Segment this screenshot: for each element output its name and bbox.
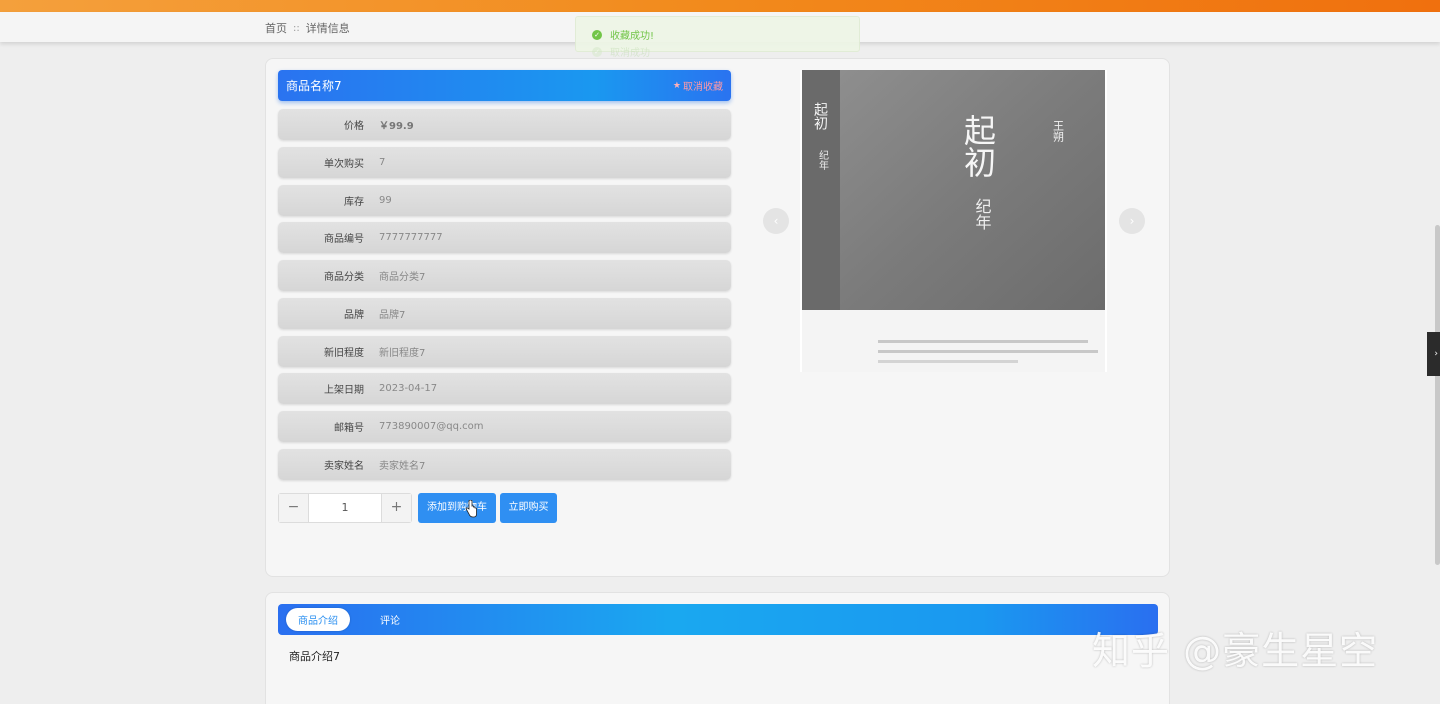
info-row-category: 商品分类 商品分类7 <box>278 260 731 291</box>
info-label: 单次购买 <box>324 158 364 170</box>
info-label: 新旧程度 <box>324 347 364 359</box>
decrement-button[interactable]: − <box>279 494 309 522</box>
info-row-listing-date: 上架日期 2023-04-17 <box>278 373 731 405</box>
watermark: 知乎 @豪生星空 <box>1092 629 1379 673</box>
breadcrumb-home[interactable]: 首页 <box>265 20 287 36</box>
info-value: 7 <box>379 156 386 168</box>
add-to-cart-button[interactable]: 添加到购物车 <box>418 493 496 523</box>
info-row-stock: 库存 99 <box>278 184 731 216</box>
book-cover-image: 起初 纪年 起初 纪年 王朔 <box>800 70 1107 372</box>
quantity-stepper: − 1 + <box>278 493 412 523</box>
info-label: 商品编号 <box>324 234 364 246</box>
info-label: 上架日期 <box>324 385 364 397</box>
info-row-brand: 品牌 品牌7 <box>278 297 731 329</box>
info-value: 品牌7 <box>379 309 406 321</box>
info-label: 价格 <box>344 121 364 132</box>
info-row-condition: 新旧程度 新旧程度7 <box>278 335 731 367</box>
tab-comments[interactable]: 评论 <box>368 608 412 631</box>
info-row-price: 价格 ￥99.9 <box>278 109 731 140</box>
info-value: ￥99.9 <box>379 121 414 132</box>
toast-ghost-message: 取消成功 <box>610 48 650 59</box>
info-value: 2023-04-17 <box>379 383 438 395</box>
check-circle-icon: ✓ <box>592 46 602 57</box>
increment-button[interactable]: + <box>381 494 411 522</box>
product-image-carousel: 起初 纪年 起初 纪年 王朔 <box>800 70 1107 372</box>
spine-title: 起初 <box>812 102 828 131</box>
info-label: 商品分类 <box>324 272 364 283</box>
side-panel-toggle[interactable]: › <box>1427 332 1440 376</box>
breadcrumb: 首页 :: 详情信息 <box>265 20 350 36</box>
top-accent-bar <box>0 0 1440 12</box>
page-scrollbar[interactable] <box>1435 225 1440 565</box>
carousel-next-button[interactable]: › <box>1119 208 1145 234</box>
info-value: 商品分类7 <box>379 272 426 283</box>
tab-product-intro[interactable]: 商品介绍 <box>286 608 350 631</box>
unfavorite-label: 取消收藏 <box>683 82 723 93</box>
quantity-input[interactable]: 1 <box>309 494 381 522</box>
info-value: 卖家姓名7 <box>379 460 426 472</box>
cover-author: 王朔 <box>1052 120 1065 143</box>
info-label: 卖家姓名 <box>324 460 364 472</box>
info-row-purchase-unit: 单次购买 7 <box>278 146 731 178</box>
success-toast: ✓ 收藏成功! ✓ 取消成功 <box>575 16 860 59</box>
breadcrumb-separator: :: <box>293 22 300 34</box>
info-value: 新旧程度7 <box>379 347 426 359</box>
info-row-seller: 卖家姓名 卖家姓名7 <box>278 448 731 480</box>
info-row-email: 邮箱号 773890007@qq.com <box>278 411 731 442</box>
spine-subtitle: 纪年 <box>817 150 829 171</box>
product-intro-text: 商品介绍7 <box>289 650 340 663</box>
hand-cursor-icon <box>465 500 477 518</box>
check-circle-icon: ✓ <box>592 29 602 40</box>
info-value: 773890007@qq.com <box>379 421 484 432</box>
product-info-list: 价格 ￥99.9 单次购买 7 库存 99 商品编号 7777777777 商品… <box>278 109 731 487</box>
unfavorite-button[interactable]: ★ 取消收藏 <box>672 78 723 94</box>
info-label: 库存 <box>344 196 364 208</box>
star-icon: ★ <box>672 80 681 91</box>
info-label: 品牌 <box>344 309 364 321</box>
info-value: 99 <box>379 194 392 206</box>
info-value: 7777777777 <box>379 232 443 244</box>
product-name: 商品名称7 <box>286 79 342 93</box>
cover-subtitle: 纪年 <box>973 198 992 230</box>
cover-title: 起初 <box>959 114 997 178</box>
info-row-product-code: 商品编号 7777777777 <box>278 222 731 254</box>
breadcrumb-current: 详情信息 <box>305 22 350 35</box>
info-label: 邮箱号 <box>334 423 364 434</box>
toast-message: 收藏成功! <box>610 31 655 42</box>
tab-bar: 商品介绍 评论 <box>278 604 1158 635</box>
product-title-bar: 商品名称7 ★ 取消收藏 <box>278 70 731 101</box>
carousel-prev-button[interactable]: ‹ <box>763 208 789 234</box>
buy-now-button[interactable]: 立即购买 <box>500 493 557 523</box>
